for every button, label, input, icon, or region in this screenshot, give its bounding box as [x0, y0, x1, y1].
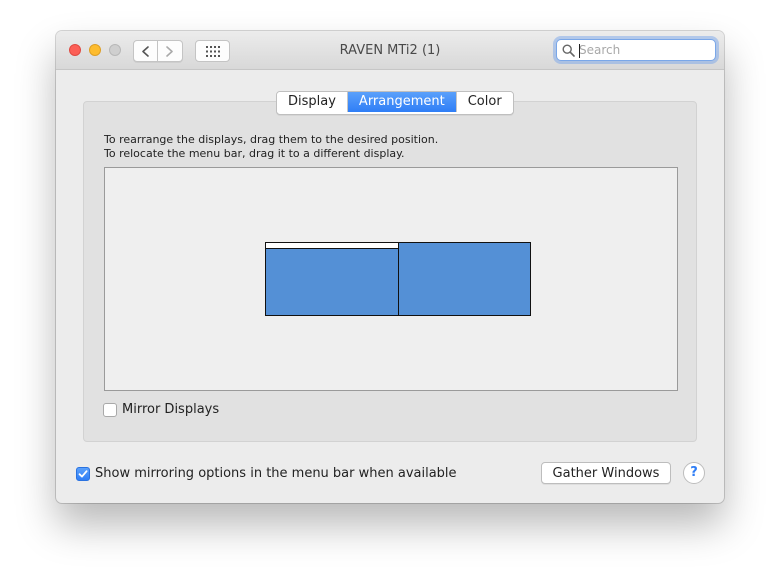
window-title: RAVEN MTi2 (1) [339, 43, 441, 58]
show-mirroring-row[interactable]: Show mirroring options in the menu bar w… [76, 466, 457, 481]
title-bar[interactable]: RAVEN MTi2 (1) [56, 31, 724, 70]
show-mirroring-checkbox[interactable] [76, 466, 90, 481]
chevron-right-icon [166, 46, 173, 57]
tab-display[interactable]: Display [277, 92, 348, 112]
forward-button[interactable] [158, 40, 183, 62]
help-button[interactable]: ? [683, 462, 705, 484]
display-arrangement-area[interactable] [104, 167, 678, 391]
display-1-thumbnail[interactable] [265, 242, 399, 316]
tab-color[interactable]: Color [456, 92, 513, 112]
preferences-window: RAVEN MTi2 (1) Display Arrangement Color… [56, 31, 724, 503]
show-all-button[interactable] [195, 40, 230, 62]
search-input[interactable] [579, 41, 711, 59]
mirror-displays-checkbox[interactable] [103, 402, 117, 417]
magnifying-glass-icon [562, 44, 575, 57]
zoom-window-button [109, 44, 121, 56]
instruction-rearrange: To rearrange the displays, drag them to … [104, 133, 439, 146]
back-button[interactable] [133, 40, 158, 62]
text-caret [579, 44, 580, 58]
arrangement-instructions: To rearrange the displays, drag them to … [104, 133, 438, 161]
desktop-background: RAVEN MTi2 (1) Display Arrangement Color… [0, 0, 780, 584]
show-mirroring-label: Show mirroring options in the menu bar w… [95, 466, 457, 481]
show-all-grid-icon [206, 46, 220, 57]
display-2-thumbnail[interactable] [398, 242, 531, 316]
mirror-displays-row[interactable]: Mirror Displays [103, 402, 219, 417]
checkmark-icon [78, 469, 88, 477]
close-window-button[interactable] [69, 44, 81, 56]
search-field[interactable] [556, 39, 716, 61]
tab-bar: Display Arrangement Color [276, 91, 514, 115]
minimize-window-button[interactable] [89, 44, 101, 56]
gather-windows-button[interactable]: Gather Windows [541, 462, 671, 484]
menu-bar-indicator[interactable] [266, 243, 398, 249]
mirror-displays-label: Mirror Displays [122, 402, 220, 417]
tab-arrangement[interactable]: Arrangement [347, 92, 457, 112]
chevron-left-icon [142, 46, 149, 57]
instruction-menu-bar: To relocate the menu bar, drag it to a d… [104, 147, 405, 160]
